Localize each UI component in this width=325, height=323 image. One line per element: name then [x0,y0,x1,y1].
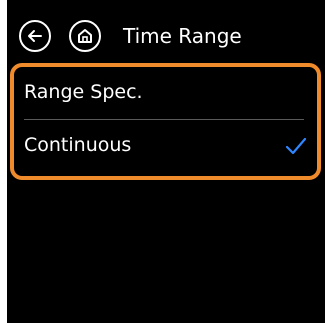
list-item-continuous[interactable]: Continuous [14,120,317,172]
time-range-screen: Time Range Range Spec. Continuous [7,0,325,323]
time-range-options: Range Spec. Continuous [10,63,321,180]
arrow-left-icon [26,27,44,45]
option-label: Range Spec. [24,81,143,103]
home-button[interactable] [69,20,101,52]
list-item-range-spec[interactable]: Range Spec. [14,67,317,120]
page-title: Time Range [123,24,242,48]
back-button[interactable] [19,20,51,52]
option-label: Continuous [24,134,132,156]
header-bar: Time Range [7,0,325,70]
checkmark-icon [285,136,307,156]
home-icon [76,27,94,45]
